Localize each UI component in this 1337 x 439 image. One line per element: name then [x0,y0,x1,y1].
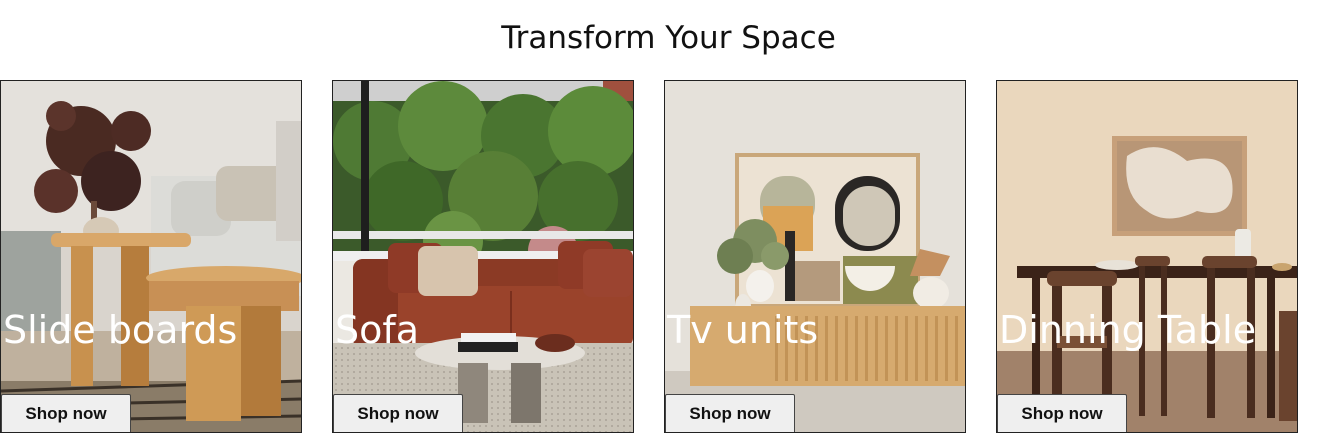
category-card-tv-units[interactable]: Tv units Shop now [664,80,966,433]
sofa-garden-window-image [333,81,633,432]
shop-now-button[interactable]: Shop now [665,394,795,432]
category-card-dinning-table[interactable]: Dinning Table Shop now [996,80,1298,433]
shop-now-button[interactable]: Shop now [997,394,1127,432]
card-title: Sofa [335,308,420,352]
card-title: Dinning Table [999,308,1257,352]
shop-now-button[interactable]: Shop now [1,394,131,432]
dining-table-image [997,81,1297,432]
category-card-sofa[interactable]: Sofa Shop now [332,80,634,433]
tv-unit-artwork-image [665,81,965,432]
card-title: Tv units [667,308,819,352]
card-title: Slide boards [3,308,238,352]
sideboard-living-room-image [1,81,301,432]
page-title: Transform Your Space [501,20,836,56]
category-card-slide-boards[interactable]: Slide boards Shop now [0,80,302,433]
shop-now-button[interactable]: Shop now [333,394,463,432]
